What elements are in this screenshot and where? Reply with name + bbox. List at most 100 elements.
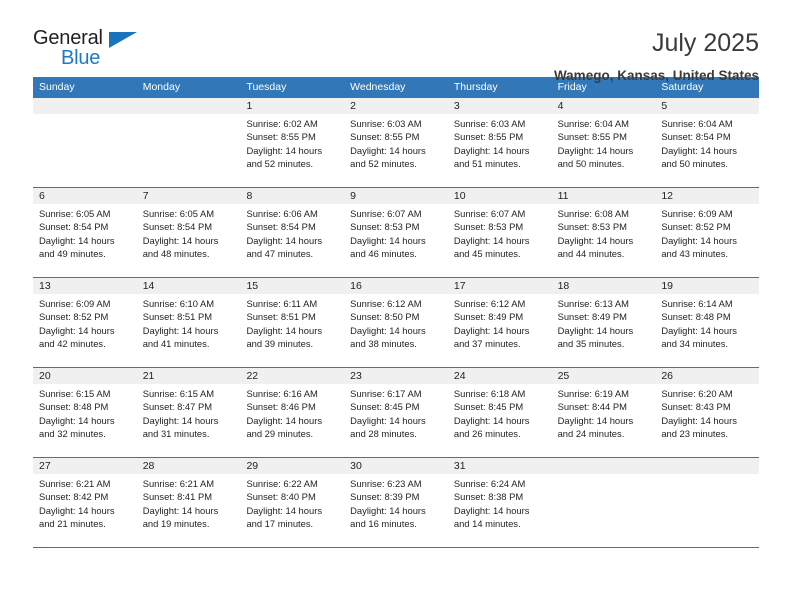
calendar-day-cell[interactable]: 21 Sunrise: 6:15 AM Sunset: 8:47 PM Dayligh… <box>136 368 241 457</box>
daylight-duration-line1: Daylight: 14 hours <box>142 324 219 336</box>
daylight-duration-line2: and 50 minutes. <box>557 158 625 170</box>
day-number: 7 <box>136 188 241 204</box>
sunset-time: Sunset: 8:49 PM <box>453 311 524 323</box>
day-number: 20 <box>33 368 137 384</box>
daylight-duration-line1: Daylight: 14 hours <box>453 414 530 426</box>
daylight-duration-line2: and 19 minutes. <box>142 518 210 530</box>
sunrise-time: Sunrise: 6:18 AM <box>453 388 526 399</box>
calendar-day-cell[interactable]: 3 Sunrise: 6:03 AM Sunset: 8:55 PM Daylight… <box>447 98 552 187</box>
day-details: Sunrise: 6:23 AM Sunset: 8:39 PM Daylight:… <box>344 474 448 531</box>
calendar-day-cell[interactable]: 23 Sunrise: 6:17 AM Sunset: 8:45 PM Dayligh… <box>344 368 448 457</box>
weekday-header-saturday: Saturday <box>661 81 704 93</box>
calendar-day-cell[interactable]: 27 Sunrise: 6:21 AM Sunset: 8:42 PM Dayligh… <box>33 458 137 547</box>
sunrise-time: Sunrise: 6:10 AM <box>142 298 215 309</box>
sunset-time: Sunset: 8:55 PM <box>557 131 627 143</box>
day-number: 3 <box>447 98 552 114</box>
sunrise-time: Sunrise: 6:15 AM <box>142 388 215 399</box>
sunset-time: Sunset: 8:53 PM <box>350 221 420 233</box>
calendar-day-cell[interactable]: 13 Sunrise: 6:09 AM Sunset: 8:52 PM Dayligh… <box>33 278 137 367</box>
day-details: Sunrise: 6:04 AM Sunset: 8:55 PM Daylight:… <box>552 114 656 171</box>
calendar-week-row: 6 Sunrise: 6:05 AM Sunset: 8:54 PM Daylight… <box>33 188 760 278</box>
daylight-duration-line1: Daylight: 14 hours <box>246 234 323 246</box>
sunrise-time: Sunrise: 6:12 AM <box>453 298 526 309</box>
day-number: 22 <box>240 368 345 384</box>
weekday-header-sunday: Sunday <box>39 81 75 93</box>
daylight-duration-line2: and 45 minutes. <box>453 248 521 260</box>
calendar-day-cell[interactable]: 4 Sunrise: 6:04 AM Sunset: 8:55 PM Daylight… <box>551 98 656 187</box>
day-details <box>552 474 656 477</box>
calendar-day-cell[interactable]: 7 Sunrise: 6:05 AM Sunset: 8:54 PM Daylight… <box>136 188 241 277</box>
calendar-day-cell[interactable]: 5 Sunrise: 6:04 AM Sunset: 8:54 PM Daylight… <box>655 98 760 187</box>
calendar-day-cell[interactable]: 26 Sunrise: 6:20 AM Sunset: 8:43 PM Dayligh… <box>655 368 760 457</box>
calendar-day-cell[interactable]: 9 Sunrise: 6:07 AM Sunset: 8:53 PM Daylight… <box>344 188 448 277</box>
daylight-duration-line2: and 47 minutes. <box>246 248 314 260</box>
sunrise-time: Sunrise: 6:19 AM <box>557 388 629 399</box>
daylight-duration-line1: Daylight: 14 hours <box>661 324 737 336</box>
day-number: 15 <box>240 278 345 294</box>
calendar-day-cell[interactable]: 29 Sunrise: 6:22 AM Sunset: 8:40 PM Dayligh… <box>240 458 345 547</box>
sunrise-time: Sunrise: 6:11 AM <box>246 298 318 309</box>
sunrise-time: Sunrise: 6:04 AM <box>661 118 733 129</box>
sunset-time: Sunset: 8:55 PM <box>246 131 316 143</box>
day-details: Sunrise: 6:03 AM Sunset: 8:55 PM Daylight:… <box>344 114 448 171</box>
sunrise-time: Sunrise: 6:24 AM <box>453 478 526 489</box>
sunrise-time: Sunrise: 6:20 AM <box>661 388 733 399</box>
calendar-day-cell[interactable]: 15 Sunrise: 6:11 AM Sunset: 8:51 PM Dayligh… <box>240 278 345 367</box>
sunrise-time: Sunrise: 6:05 AM <box>142 208 215 219</box>
calendar-day-cell[interactable]: 10 Sunrise: 6:07 AM Sunset: 8:53 PM Dayligh… <box>447 188 552 277</box>
calendar-day-cell[interactable]: 2 Sunrise: 6:03 AM Sunset: 8:55 PM Daylight… <box>344 98 448 187</box>
sunset-time: Sunset: 8:45 PM <box>350 401 420 413</box>
sunset-time: Sunset: 8:42 PM <box>39 491 109 503</box>
day-details: Sunrise: 6:24 AM Sunset: 8:38 PM Daylight:… <box>448 474 552 531</box>
calendar-day-cell[interactable]: 6 Sunrise: 6:05 AM Sunset: 8:54 PM Daylight… <box>33 188 137 277</box>
day-details: Sunrise: 6:21 AM Sunset: 8:42 PM Daylight:… <box>33 474 137 531</box>
daylight-duration-line2: and 51 minutes. <box>453 158 521 170</box>
sunrise-time: Sunrise: 6:17 AM <box>350 388 422 399</box>
sunset-time: Sunset: 8:46 PM <box>246 401 316 413</box>
calendar-day-cell[interactable]: 30 Sunrise: 6:23 AM Sunset: 8:39 PM Dayligh… <box>344 458 448 547</box>
calendar-day-cell[interactable]: 8 Sunrise: 6:06 AM Sunset: 8:54 PM Daylight… <box>240 188 345 277</box>
daylight-duration-line1: Daylight: 14 hours <box>453 234 530 246</box>
calendar-day-cell[interactable]: 31 Sunrise: 6:24 AM Sunset: 8:38 PM Dayligh… <box>447 458 552 547</box>
daylight-duration-line2: and 17 minutes. <box>246 518 314 530</box>
daylight-duration-line2: and 41 minutes. <box>142 338 210 350</box>
daylight-duration-line1: Daylight: 14 hours <box>350 504 426 516</box>
calendar-day-cell[interactable]: 14 Sunrise: 6:10 AM Sunset: 8:51 PM Dayligh… <box>136 278 241 367</box>
daylight-duration-line1: Daylight: 14 hours <box>39 414 115 426</box>
day-number: 19 <box>655 278 760 294</box>
day-number: 28 <box>136 458 241 474</box>
daylight-duration-line1: Daylight: 14 hours <box>350 144 426 156</box>
calendar-day-cell[interactable]: 18 Sunrise: 6:13 AM Sunset: 8:49 PM Dayligh… <box>551 278 656 367</box>
sunrise-time: Sunrise: 6:14 AM <box>661 298 733 309</box>
calendar-day-cell[interactable]: 17 Sunrise: 6:12 AM Sunset: 8:49 PM Dayligh… <box>447 278 552 367</box>
daylight-duration-line1: Daylight: 14 hours <box>39 504 115 516</box>
day-number: 9 <box>344 188 448 204</box>
calendar-day-cell[interactable]: 22 Sunrise: 6:16 AM Sunset: 8:46 PM Dayligh… <box>240 368 345 457</box>
daylight-duration-line1: Daylight: 14 hours <box>557 414 634 426</box>
calendar-day-cell[interactable]: 11 Sunrise: 6:08 AM Sunset: 8:53 PM Dayligh… <box>551 188 656 277</box>
daylight-duration-line1: Daylight: 14 hours <box>557 324 634 336</box>
daylight-duration-line2: and 23 minutes. <box>661 428 729 440</box>
day-number: 25 <box>551 368 656 384</box>
sunset-time: Sunset: 8:39 PM <box>350 491 420 503</box>
sunset-time: Sunset: 8:49 PM <box>557 311 627 323</box>
calendar-day-cell[interactable]: 28 Sunrise: 6:21 AM Sunset: 8:41 PM Dayligh… <box>136 458 241 547</box>
daylight-duration-line1: Daylight: 14 hours <box>39 324 115 336</box>
calendar-day-cell[interactable]: 25 Sunrise: 6:19 AM Sunset: 8:44 PM Dayligh… <box>551 368 656 457</box>
calendar-day-cell[interactable]: 1 Sunrise: 6:02 AM Sunset: 8:55 PM Daylight… <box>240 98 345 187</box>
weekday-header-wednesday: Wednesday <box>350 81 406 93</box>
daylight-duration-line1: Daylight: 14 hours <box>246 504 323 516</box>
day-number: 4 <box>551 98 656 114</box>
day-number: 27 <box>33 458 137 474</box>
sunset-time: Sunset: 8:53 PM <box>453 221 524 233</box>
sunrise-time: Sunrise: 6:06 AM <box>246 208 318 219</box>
calendar-day-cell[interactable]: 19 Sunrise: 6:14 AM Sunset: 8:48 PM Dayligh… <box>655 278 760 367</box>
daylight-duration-line2: and 14 minutes. <box>453 518 521 530</box>
day-details: Sunrise: 6:10 AM Sunset: 8:51 PM Daylight:… <box>137 294 241 351</box>
day-details: Sunrise: 6:19 AM Sunset: 8:44 PM Daylight:… <box>552 384 656 441</box>
calendar-day-cell[interactable]: 16 Sunrise: 6:12 AM Sunset: 8:50 PM Dayligh… <box>344 278 448 367</box>
calendar-day-cell[interactable]: 20 Sunrise: 6:15 AM Sunset: 8:48 PM Dayligh… <box>33 368 137 457</box>
calendar-day-cell[interactable]: 24 Sunrise: 6:18 AM Sunset: 8:45 PM Dayligh… <box>447 368 552 457</box>
daylight-duration-line2: and 21 minutes. <box>39 518 106 530</box>
calendar-day-cell[interactable]: 12 Sunrise: 6:09 AM Sunset: 8:52 PM Dayligh… <box>655 188 760 277</box>
